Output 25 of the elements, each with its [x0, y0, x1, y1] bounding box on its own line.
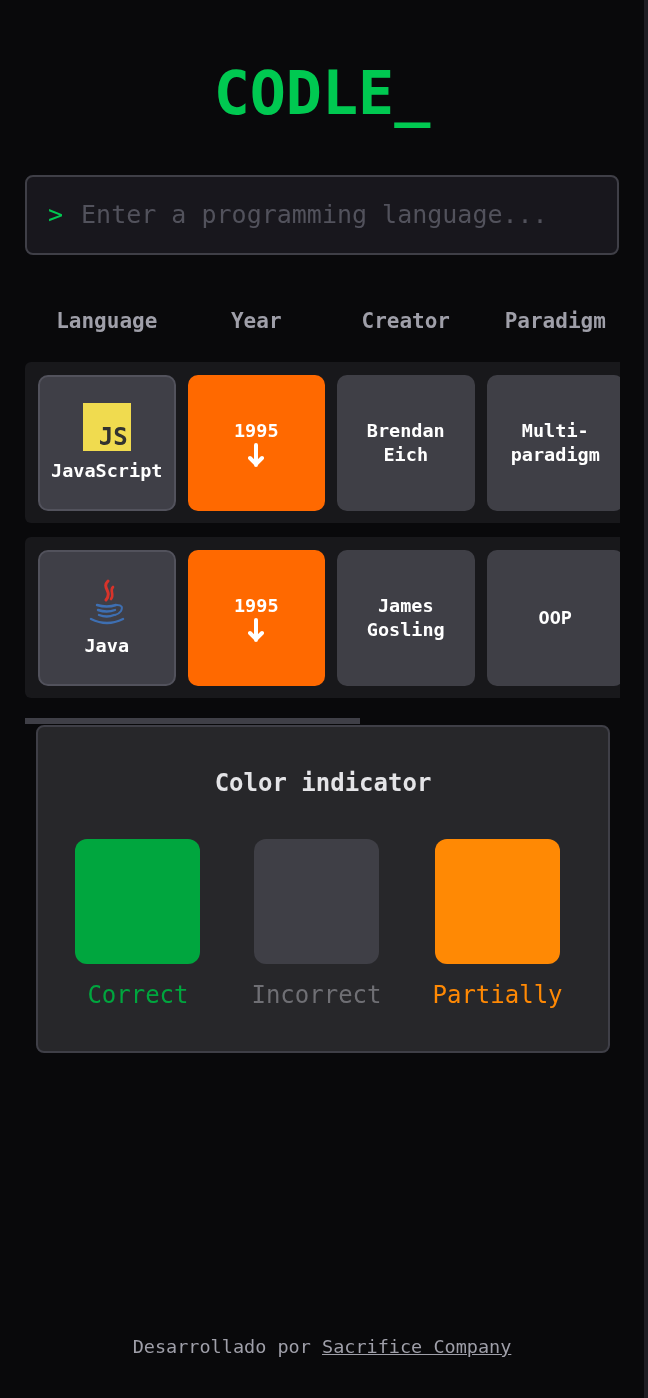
legend-label: Correct	[87, 980, 189, 1011]
creator-cell: Brendan Eich	[337, 375, 475, 511]
legend-label: Incorrect	[251, 980, 382, 1011]
language-name: Java	[84, 633, 130, 658]
app-title: CODLE_	[213, 57, 431, 130]
paradigm-cell: Multi-paradigm	[486, 375, 620, 511]
coffee-cup-icon	[87, 578, 126, 626]
language-name: JavaScript	[51, 459, 163, 483]
column-header: Language	[55, 308, 159, 335]
creator-cell: James Gosling	[337, 550, 475, 686]
scrollbar-thumb[interactable]	[25, 718, 360, 724]
column-header: Year	[229, 308, 283, 335]
cell-value: 1995	[233, 594, 279, 618]
legend-label: Partially	[432, 980, 563, 1011]
column-header: Creator	[360, 308, 451, 335]
footer-text: Desarrollado por Sacrifice Company	[132, 1335, 512, 1359]
paradigm-cell: OOP	[486, 550, 620, 686]
legend-title: Color indicator	[214, 768, 432, 799]
column-header: Paradigm	[503, 308, 607, 335]
prompt-symbol: >	[48, 199, 64, 232]
js-logo: JS	[82, 403, 131, 451]
search-input[interactable]: Enter a programming language...	[81, 199, 605, 231]
company-link[interactable]: Sacrifice Company	[322, 1336, 512, 1357]
cell-value: 1995	[233, 419, 279, 443]
search-field[interactable]: > Enter a programming language...	[25, 175, 619, 255]
